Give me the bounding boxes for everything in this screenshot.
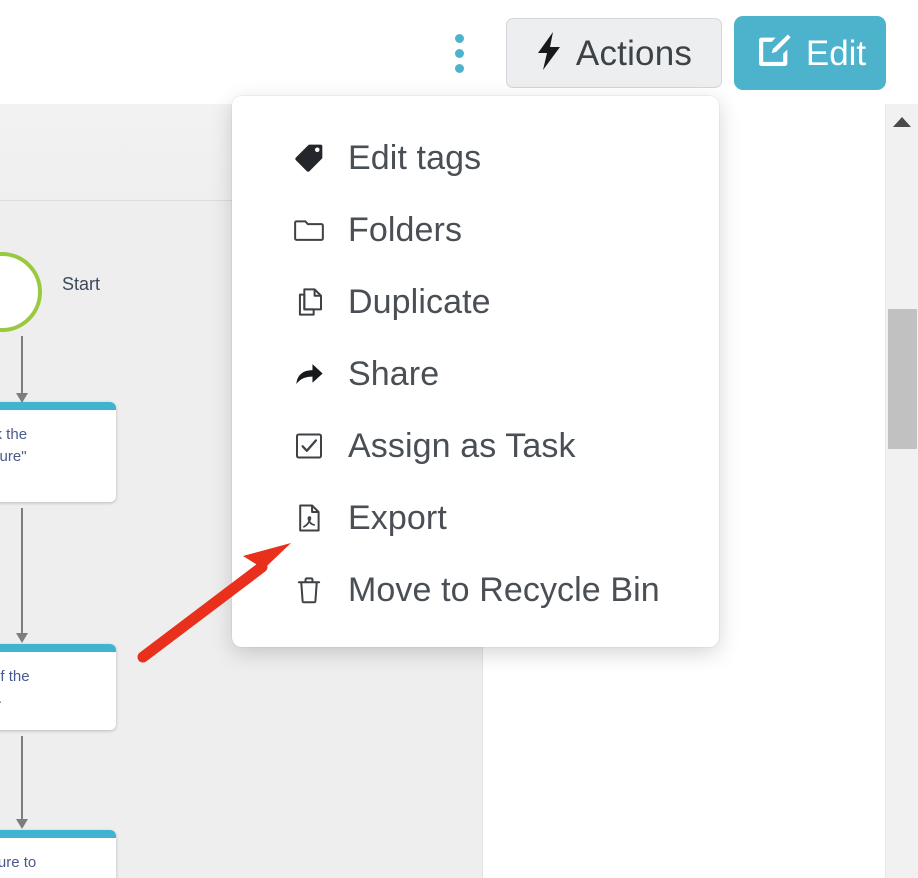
trash-icon <box>292 573 326 607</box>
flow-start-label: Start <box>62 274 101 294</box>
menu-item-folders-label: Folders <box>348 211 463 249</box>
flow-start-node[interactable] <box>0 252 42 332</box>
folder-icon <box>292 213 326 247</box>
flow-connector-2 <box>16 508 28 643</box>
tag-icon <box>292 141 326 175</box>
edit-button-label: Edit <box>805 33 867 73</box>
flow-card-1[interactable]: nd click the Procedure" utton <box>0 402 116 502</box>
actions-dropdown-menu[interactable]: Edit tags Folders Duplicate Share Assign… <box>232 96 719 647</box>
menu-item-export[interactable]: Export <box>232 482 719 554</box>
checkbox-checked-icon <box>292 429 326 463</box>
vertical-scrollbar[interactable] <box>885 104 918 878</box>
kebab-dot-icon <box>454 33 464 43</box>
menu-item-move-to-recycle-bin[interactable]: Move to Recycle Bin <box>232 554 719 626</box>
edit-button[interactable]: Edit <box>734 16 886 90</box>
menu-item-edit-tags-label: Edit tags <box>348 139 482 177</box>
caret-up-icon <box>893 117 911 127</box>
flow-connector-3 <box>16 736 28 829</box>
flow-card-3-text: procedure to <box>0 854 37 871</box>
pdf-file-icon <box>292 501 326 535</box>
duplicate-icon <box>292 285 326 319</box>
flow-connector-1 <box>16 336 28 403</box>
lightning-bolt-icon <box>536 31 562 75</box>
menu-item-export-label: Export <box>348 499 447 537</box>
menu-item-share-label: Share <box>348 355 440 393</box>
kebab-dot-icon <box>454 48 464 58</box>
actions-button[interactable]: Actions <box>506 18 722 88</box>
menu-item-move-to-recycle-bin-label: Move to Recycle Bin <box>348 571 660 609</box>
menu-item-folders[interactable]: Folders <box>232 194 719 266</box>
more-options-button[interactable] <box>440 24 478 82</box>
kebab-dot-icon <box>454 63 464 73</box>
scroll-thumb[interactable] <box>888 309 917 449</box>
menu-item-edit-tags[interactable]: Edit tags <box>232 122 719 194</box>
menu-item-duplicate-label: Duplicate <box>348 283 491 321</box>
menu-item-duplicate[interactable]: Duplicate <box>232 266 719 338</box>
share-icon <box>292 357 326 391</box>
actions-button-label: Actions <box>575 33 693 73</box>
scroll-up-arrow[interactable] <box>886 104 918 140</box>
flow-card-3[interactable]: procedure to <box>0 830 116 878</box>
menu-item-assign-as-task[interactable]: Assign as Task <box>232 410 719 482</box>
edit-pencil-square-icon <box>754 31 794 76</box>
menu-item-assign-as-task-label: Assign as Task <box>348 427 576 465</box>
app-root: Start nd click the Procedure" utton e ti… <box>0 0 918 878</box>
flow-card-2[interactable]: e title of the cedure. <box>0 644 116 730</box>
flow-card-2-text: e title of the cedure. <box>0 668 30 707</box>
flow-card-1-text: nd click the Procedure" utton <box>0 426 28 465</box>
menu-item-share[interactable]: Share <box>232 338 719 410</box>
top-toolbar: Actions Edit <box>0 0 918 104</box>
